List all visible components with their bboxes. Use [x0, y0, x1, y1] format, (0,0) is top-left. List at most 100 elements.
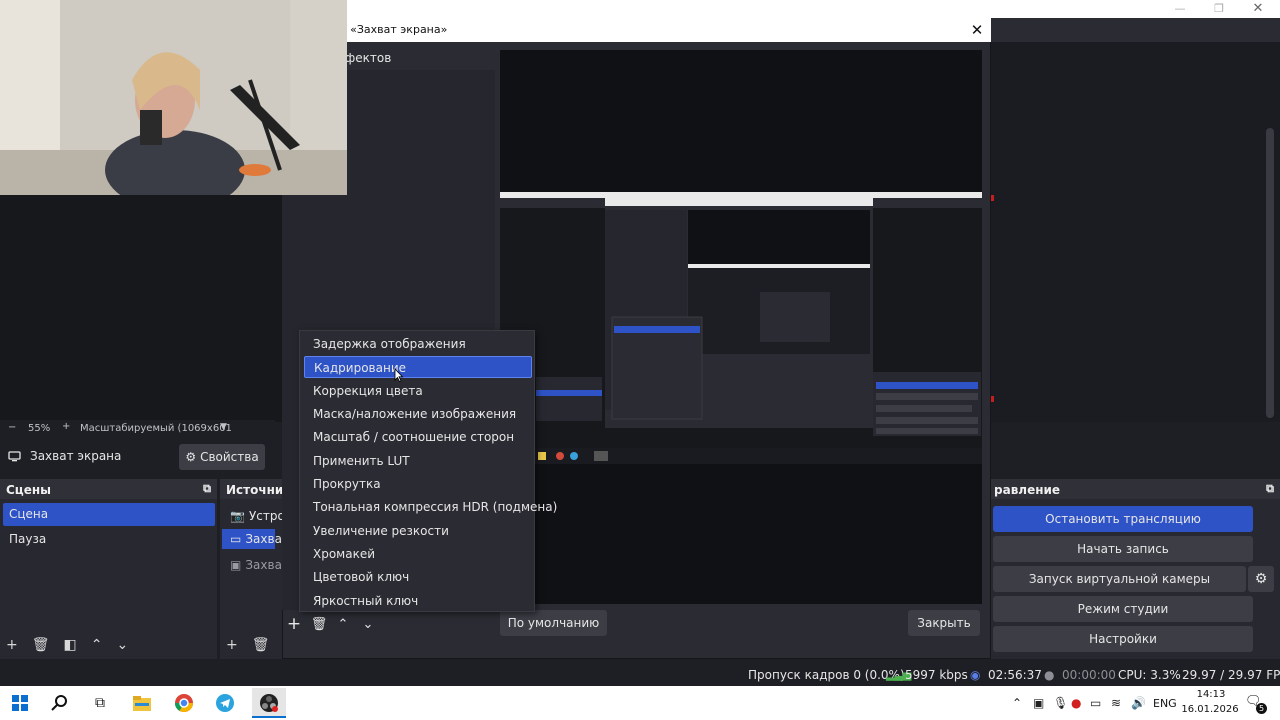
- scene-list: Сцена Пауза: [3, 503, 215, 553]
- webcam-overlay: [0, 0, 347, 195]
- chevron-up-icon[interactable]: ⌃: [1012, 696, 1022, 710]
- gear-icon: ⚙: [185, 450, 197, 464]
- monitor-icon: ▭: [230, 532, 242, 546]
- stream-time: 02:56:37: [988, 668, 1042, 682]
- menu-item-color-correction[interactable]: Коррекция цвета: [304, 380, 532, 402]
- defaults-button[interactable]: По умолчанию: [500, 610, 607, 636]
- clock-date[interactable]: 16.01.2026: [1180, 704, 1240, 715]
- dialog-scrollbar[interactable]: [983, 50, 989, 604]
- monitor-icon: [8, 450, 21, 461]
- trash-icon[interactable]: 🗑: [309, 614, 329, 634]
- stop-stream-button[interactable]: Остановить трансляцию: [993, 506, 1253, 532]
- clock-time[interactable]: 14:13: [1191, 689, 1231, 700]
- nested-screen-capture: [500, 192, 982, 464]
- selected-source-name: Захват экрана: [30, 449, 122, 463]
- trash-icon[interactable]: 🗑: [32, 637, 50, 653]
- source-item-label: Захва: [245, 532, 282, 546]
- obs-tray-icon[interactable]: ●: [1071, 696, 1081, 710]
- fps-readout: 29.97 / 29.97 FPS: [1182, 668, 1280, 682]
- effects-filters-label: фектов: [345, 51, 392, 65]
- filter-preview-screen: [500, 192, 982, 464]
- chevron-down-icon[interactable]: ▼: [220, 422, 227, 432]
- close-button[interactable]: Закрыть: [908, 610, 980, 636]
- scenes-title: Сцены ⧉: [0, 479, 217, 499]
- maximize-icon[interactable]: ❐: [1211, 2, 1227, 16]
- language-indicator[interactable]: ENG: [1153, 697, 1177, 710]
- scale-mode-label[interactable]: Масштабируемый (1069x601: [80, 423, 232, 434]
- down-icon[interactable]: ⌄: [358, 614, 378, 634]
- up-icon[interactable]: ⌃: [91, 637, 103, 653]
- menu-item-hdr-tonemap[interactable]: Тональная компрессия HDR (подмена): [304, 496, 557, 518]
- undock-icon[interactable]: ⧉: [203, 482, 211, 496]
- webcam-image: [0, 0, 347, 195]
- source-item[interactable]: 📷 Устро: [224, 506, 285, 526]
- menu-item-color-key[interactable]: Цветовой ключ: [304, 566, 532, 588]
- stream-icon: ◉: [970, 668, 981, 682]
- menu-item-scaling[interactable]: Масштаб / соотношение сторон: [304, 426, 532, 448]
- source-item-label: Устро: [248, 509, 285, 523]
- studio-mode-button[interactable]: Режим студии: [993, 596, 1253, 622]
- plus-icon[interactable]: +: [6, 637, 18, 653]
- tray-app-icon[interactable]: ▣: [1033, 696, 1044, 710]
- file-explorer-icon[interactable]: [130, 692, 154, 714]
- selected-source: Захват экрана: [8, 449, 121, 463]
- obs-icon[interactable]: [252, 688, 286, 718]
- start-virtual-camera-button[interactable]: Запуск виртуальной камеры: [993, 566, 1246, 592]
- cpu-usage: CPU: 3.3%: [1118, 668, 1181, 682]
- windows-start-icon[interactable]: [8, 692, 32, 714]
- battery-icon[interactable]: ▭: [1090, 696, 1101, 710]
- window-icon: ▣: [230, 558, 242, 572]
- minimize-icon[interactable]: —: [1172, 2, 1188, 16]
- up-icon[interactable]: ⌃: [333, 614, 353, 634]
- chrome-icon[interactable]: [172, 692, 196, 714]
- trash-icon[interactable]: 🗑: [252, 637, 270, 653]
- scene-item[interactable]: Сцена: [3, 503, 215, 526]
- add-filter-button[interactable]: +: [284, 614, 304, 634]
- source-item[interactable]: ▭ Захва: [222, 529, 282, 549]
- down-icon[interactable]: ⌄: [116, 637, 128, 653]
- scene-item[interactable]: Пауза: [3, 528, 215, 551]
- gear-icon[interactable]: ⚙: [1248, 566, 1274, 592]
- wifi-icon[interactable]: ≋: [1111, 696, 1121, 710]
- undock-icon[interactable]: ⧉: [1266, 482, 1274, 496]
- zoom-in-button[interactable]: +: [62, 421, 70, 432]
- start-record-button[interactable]: Начать запись: [993, 536, 1253, 562]
- search-icon[interactable]: [48, 692, 72, 714]
- controls-title-text: равление: [994, 483, 1061, 497]
- source-item-label: Захва: [245, 558, 282, 572]
- close-window-icon[interactable]: ✕: [1250, 1, 1266, 16]
- scenes-title-text: Сцены: [6, 483, 51, 497]
- volume-icon[interactable]: 🔊: [1131, 696, 1146, 710]
- scene-tools: + 🗑 ◧ ⌃ ⌄: [6, 637, 128, 653]
- microphone-icon[interactable]: 🎙: [1053, 696, 1068, 710]
- zoom-out-button[interactable]: −: [8, 422, 16, 433]
- menu-item-render-delay[interactable]: Задержка отображения: [304, 333, 532, 355]
- settings-button[interactable]: Настройки: [993, 626, 1253, 652]
- properties-button[interactable]: ⚙ Свойства: [179, 444, 265, 470]
- menu-item-scroll[interactable]: Прокрутка: [304, 473, 532, 495]
- menu-item-image-mask[interactable]: Маска/наложение изображения: [304, 403, 532, 425]
- zoom-value: 55%: [28, 423, 51, 434]
- menu-item-luma-key[interactable]: Яркостный ключ: [304, 590, 532, 612]
- preview-scrollbar[interactable]: [1266, 128, 1274, 418]
- bitrate: 5997 kbps: [905, 668, 968, 682]
- notification-count: 5: [1256, 703, 1267, 714]
- plus-icon[interactable]: +: [226, 637, 238, 653]
- menu-item-crop[interactable]: Кадрирование: [304, 356, 532, 378]
- mouse-cursor-icon: [394, 368, 404, 382]
- preview-zoom-bar: − 55% + Масштабируемый (1069x601 ▼: [0, 420, 275, 438]
- menu-item-sharpen[interactable]: Увеличение резкости: [304, 520, 532, 542]
- close-icon[interactable]: ✕: [969, 21, 985, 39]
- source-item[interactable]: ▣ Захва: [224, 555, 282, 575]
- active-app-indicator: [252, 716, 286, 718]
- menu-item-apply-lut[interactable]: Применить LUT: [304, 450, 532, 472]
- dropped-frames: Пропуск кадров 0 (0.0%): [748, 668, 905, 682]
- camera-icon: 📷: [230, 509, 245, 523]
- telegram-icon[interactable]: [213, 692, 237, 714]
- task-view-icon[interactable]: ⧉: [88, 692, 112, 714]
- menu-item-chroma-key[interactable]: Хромакей: [304, 543, 532, 565]
- filter-icon[interactable]: ◧: [64, 637, 77, 653]
- source-tools: + 🗑: [226, 637, 270, 653]
- preview-right-area: [990, 42, 1280, 422]
- record-time: 00:00:00: [1062, 668, 1116, 682]
